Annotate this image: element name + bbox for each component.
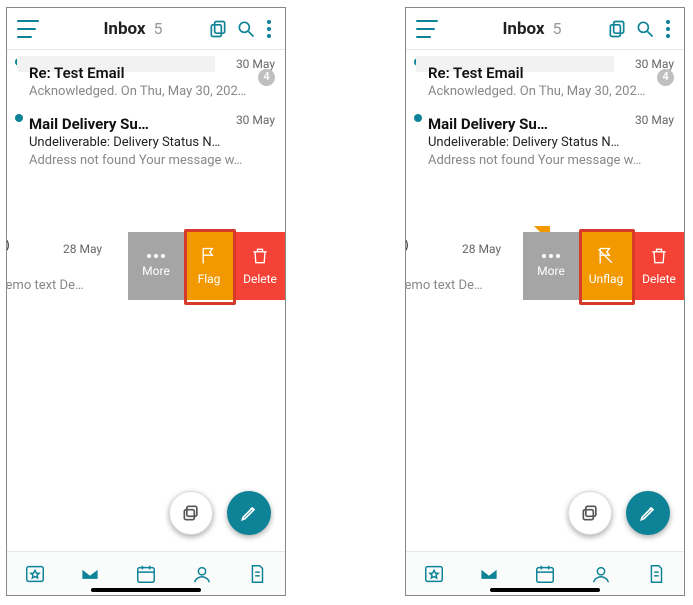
fab-group <box>568 491 670 535</box>
email-subject: Mail Delivery Subsy… <box>428 114 608 134</box>
pencil-icon <box>638 503 658 523</box>
thread-count-badge: 4 <box>657 69 674 86</box>
stack-icon <box>580 503 600 523</box>
compose-fab[interactable] <box>626 491 670 535</box>
email-date: 30 May <box>635 112 674 128</box>
overflow-menu-icon[interactable] <box>263 18 275 40</box>
list-item[interactable]: Re: Test Email 4 Acknowledged. On Thu, M… <box>7 63 285 106</box>
search-icon[interactable] <box>634 18 656 40</box>
list-item[interactable]: 30 May <box>7 50 285 63</box>
nav-files[interactable] <box>229 552 285 595</box>
calendar-icon <box>534 563 556 585</box>
menu-icon[interactable] <box>416 20 438 38</box>
phone-flag-variant: Inbox 5 30 May Re: Test Email 4 Acknowle… <box>6 7 286 596</box>
unread-dot-icon <box>414 114 422 122</box>
more-button[interactable]: More <box>128 232 184 300</box>
trash-icon <box>649 246 669 266</box>
email-id-fragment: C) <box>7 238 10 253</box>
flag-icon <box>199 246 219 266</box>
email-date: 28 May <box>462 242 501 256</box>
inbox-count: 5 <box>154 19 163 38</box>
email-snippet: Demo text De… <box>7 278 84 293</box>
swiped-list-item: C) 28 May Demo text De… More Flag Delete <box>7 232 285 300</box>
menu-icon[interactable] <box>17 20 39 38</box>
search-icon[interactable] <box>235 18 257 40</box>
person-icon <box>590 563 612 585</box>
flag-button[interactable]: Flag <box>184 232 234 300</box>
email-date: 30 May <box>236 112 275 128</box>
compose-fab[interactable] <box>227 491 271 535</box>
list-item[interactable]: 30 May <box>406 50 684 63</box>
delete-button[interactable]: Delete <box>633 232 684 300</box>
delete-label: Delete <box>243 272 277 286</box>
copy-icon[interactable] <box>207 18 229 40</box>
more-icon <box>542 254 560 258</box>
inbox-title: Inbox <box>502 19 544 39</box>
overflow-menu-icon[interactable] <box>662 18 674 40</box>
email-date: 28 May <box>63 242 102 256</box>
swipe-actions: More Flag Delete <box>128 232 285 300</box>
stack-icon <box>181 503 201 523</box>
pencil-icon <box>239 503 259 523</box>
more-button[interactable]: More <box>523 232 579 300</box>
mail-icon <box>79 563 101 585</box>
email-id-fragment: C) <box>406 238 409 253</box>
document-icon <box>645 563 667 585</box>
list-item[interactable]: Mail Delivery Subsy… 30 May Undeliverabl… <box>406 106 684 174</box>
thread-count-badge: 4 <box>258 69 275 86</box>
app-header: Inbox 5 <box>7 8 285 50</box>
title-wrap: Inbox 5 <box>444 19 600 39</box>
delete-button[interactable]: Delete <box>234 232 285 300</box>
star-box-icon <box>24 563 46 585</box>
email-snippet: Undeliverable: Delivery Status N… <box>29 134 275 152</box>
trash-icon <box>250 246 270 266</box>
unflag-label: Unflag <box>589 272 624 286</box>
swiped-list-item: C) 28 May Demo text De… More Unflag Dele… <box>406 232 684 300</box>
fab-group <box>169 491 271 535</box>
nav-favorites[interactable] <box>7 552 63 595</box>
inbox-title: Inbox <box>103 19 145 39</box>
email-snippet: Undeliverable: Delivery Status N… <box>428 134 674 152</box>
email-subject: Re: Test Email <box>428 63 674 83</box>
unread-dot-icon <box>15 114 23 122</box>
email-list: 30 May Re: Test Email 4 Acknowledged. On… <box>406 50 684 551</box>
more-label: More <box>537 264 565 278</box>
mail-icon <box>478 563 500 585</box>
title-wrap: Inbox 5 <box>45 19 201 39</box>
unflag-button[interactable]: Unflag <box>579 232 633 300</box>
email-snippet: Address not found Your message w… <box>428 152 674 170</box>
email-snippet: Acknowledged. On Thu, May 30, 202… <box>428 83 674 101</box>
stack-fab[interactable] <box>568 491 612 535</box>
star-box-icon <box>423 563 445 585</box>
person-icon <box>191 563 213 585</box>
more-icon <box>147 254 165 258</box>
email-subject: Mail Delivery Subsy… <box>29 114 209 134</box>
copy-icon[interactable] <box>606 18 628 40</box>
calendar-icon <box>135 563 157 585</box>
swipe-actions: More Unflag Delete <box>523 232 684 300</box>
nav-favorites[interactable] <box>406 552 462 595</box>
email-snippet: Address not found Your message w… <box>29 152 275 170</box>
app-header: Inbox 5 <box>406 8 684 50</box>
flag-label: Flag <box>198 272 221 286</box>
delete-label: Delete <box>642 272 676 286</box>
stack-fab[interactable] <box>169 491 213 535</box>
list-item[interactable]: Re: Test Email 4 Acknowledged. On Thu, M… <box>406 63 684 106</box>
gesture-bar <box>91 588 201 592</box>
email-list: 30 May Re: Test Email 4 Acknowledged. On… <box>7 50 285 551</box>
list-item[interactable]: Mail Delivery Subsy… 30 May Undeliverabl… <box>7 106 285 174</box>
email-snippet: Demo text De… <box>406 278 483 293</box>
email-snippet: Acknowledged. On Thu, May 30, 202… <box>29 83 275 101</box>
email-subject: Re: Test Email <box>29 63 275 83</box>
more-label: More <box>142 264 170 278</box>
nav-files[interactable] <box>628 552 684 595</box>
gesture-bar <box>490 588 600 592</box>
document-icon <box>246 563 268 585</box>
phone-unflag-variant: Inbox 5 30 May Re: Test Email 4 Acknowle… <box>405 7 685 596</box>
unflag-icon <box>596 246 616 266</box>
inbox-count: 5 <box>553 19 562 38</box>
